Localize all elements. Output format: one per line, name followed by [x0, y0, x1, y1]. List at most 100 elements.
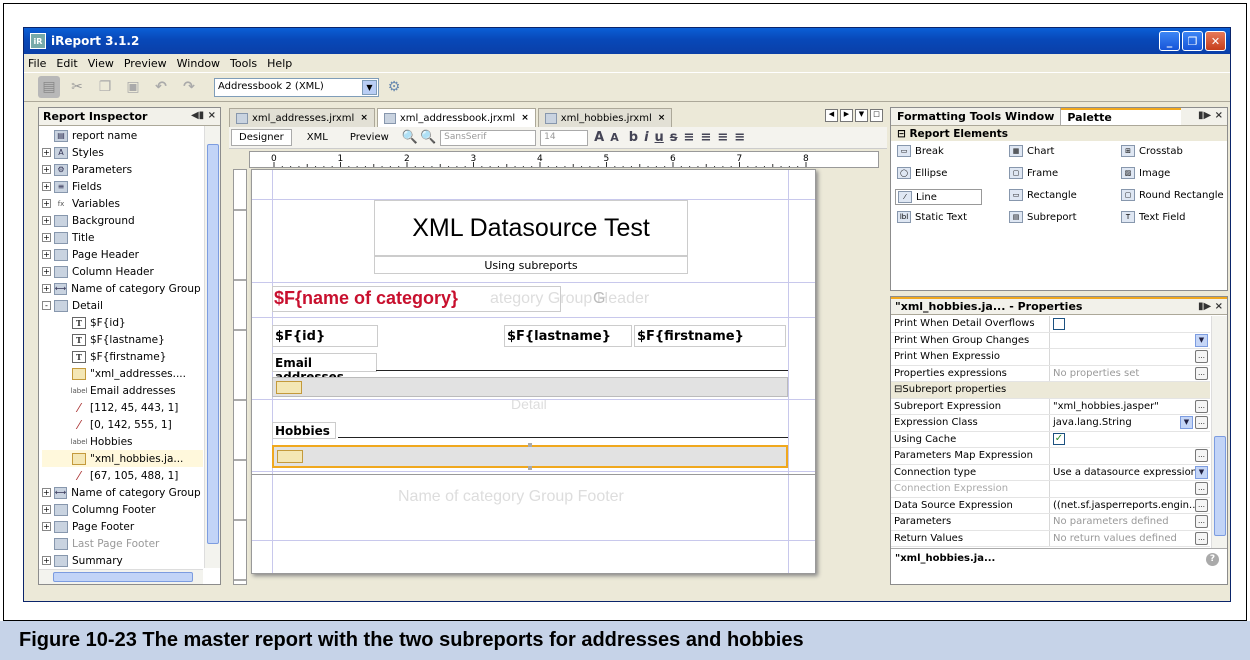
tree-item[interactable]: + Title — [42, 229, 203, 246]
title-box[interactable]: XML Datasource Test — [374, 200, 688, 256]
preview-mode-tab[interactable]: Preview — [343, 130, 396, 145]
property-value[interactable]: ((net.sf.jasperreports.engin...… — [1050, 498, 1210, 514]
ellipsis-button[interactable]: … — [1195, 350, 1208, 363]
chevron-down-icon[interactable]: ▼ — [1195, 465, 1208, 479]
expand-icon[interactable]: + — [42, 233, 51, 242]
tree-item[interactable]: T $F{lastname} — [42, 331, 203, 348]
inspector-scroll-thumb[interactable] — [207, 144, 219, 544]
cut-icon[interactable]: ✂ — [66, 76, 88, 98]
tree-item[interactable]: label Email addresses — [42, 382, 203, 399]
tree-item[interactable]: + ≡ Fields — [42, 178, 203, 195]
subreport-properties-section[interactable]: ⊟ Subreport properties — [891, 382, 1006, 398]
zoom-in-icon[interactable]: 🔍 — [402, 130, 418, 145]
palette-item-static-text[interactable]: lbl Static Text — [897, 211, 967, 223]
palette-item-ellipse[interactable]: ◯ Ellipse — [897, 167, 947, 179]
menu-file[interactable]: File — [28, 57, 46, 70]
chevron-down-icon[interactable]: ▼ — [362, 79, 377, 95]
paste-icon[interactable]: ▣ — [122, 76, 144, 98]
chevron-down-icon[interactable]: ▼ — [1195, 333, 1208, 347]
scroll-thumb-h[interactable] — [53, 572, 193, 582]
expand-icon[interactable]: + — [42, 267, 51, 276]
palette-item-subreport[interactable]: ▤ Subreport — [1009, 211, 1077, 223]
properties-scrollbar[interactable] — [1211, 316, 1227, 548]
hobbies-underline[interactable] — [338, 437, 788, 438]
close-tab-icon[interactable]: × — [521, 113, 529, 123]
tree-item[interactable]: ⁄ [112, 45, 443, 1] — [42, 399, 203, 416]
menu-preview[interactable]: Preview — [124, 57, 167, 70]
ellipsis-button[interactable]: … — [1195, 449, 1208, 462]
close-tab-icon[interactable]: × — [360, 113, 368, 123]
tab-scroll-right-icon[interactable]: ▶ — [840, 109, 853, 122]
palette-item-image[interactable]: ▨ Image — [1121, 167, 1170, 179]
property-value[interactable]: ▼ — [1050, 333, 1210, 349]
strikethrough-icon[interactable]: s — [670, 130, 678, 145]
tree-item[interactable]: "xml_hobbies.ja... — [42, 450, 203, 467]
expand-icon[interactable]: + — [42, 182, 51, 191]
tree-item[interactable]: + Page Header — [42, 246, 203, 263]
property-row[interactable]: Using Cache ✓ — [891, 431, 1210, 448]
property-row[interactable]: Return Values No return values defined… — [891, 530, 1210, 547]
expand-icon[interactable]: + — [42, 488, 51, 497]
close-button[interactable]: ✕ — [1205, 31, 1226, 51]
tab-xml-addresses[interactable]: xml_addresses.jrxml × — [229, 108, 375, 127]
ellipsis-button[interactable]: … — [1195, 498, 1208, 512]
close-tab-icon[interactable]: × — [658, 113, 666, 123]
tree-item[interactable]: - Detail — [42, 297, 203, 314]
firstname-field[interactable]: $F{firstname} — [634, 325, 786, 347]
menu-help[interactable]: Help — [267, 57, 292, 70]
tab-formatting-tools[interactable]: Formatting Tools Window — [891, 108, 1062, 125]
tab-xml-hobbies[interactable]: xml_hobbies.jrxml × — [537, 108, 673, 127]
tree-item[interactable]: label Hobbies — [42, 433, 203, 450]
tree-item[interactable]: ⁄ [0, 142, 555, 1] — [42, 416, 203, 433]
maximize-editor-icon[interactable]: □ — [870, 109, 883, 122]
align-center-icon[interactable]: ≡ — [700, 130, 711, 145]
align-right-icon[interactable]: ≡ — [717, 130, 728, 145]
ellipsis-button[interactable]: … — [1195, 366, 1208, 380]
palette-item-break[interactable]: ▭ Break — [897, 145, 944, 157]
hobbies-label[interactable]: Hobbies — [272, 422, 336, 439]
italic-icon[interactable]: i — [644, 130, 648, 145]
align-left-icon[interactable]: ≡ — [684, 130, 695, 145]
tree-item[interactable]: Last Page Footer — [42, 535, 203, 552]
palette-item-round-rectangle[interactable]: ▢ Round Rectangle — [1121, 189, 1224, 201]
subtitle-box[interactable]: Using subreports — [374, 256, 688, 274]
tab-scroll-left-icon[interactable]: ◀ — [825, 109, 838, 122]
tab-list-icon[interactable]: ▼ — [855, 109, 868, 122]
property-value[interactable]: … — [1050, 349, 1210, 365]
lastname-field[interactable]: $F{lastname} — [504, 325, 632, 347]
xml-mode-tab[interactable]: XML — [300, 130, 335, 145]
tree-item[interactable]: +⟷Name of category Group Foo — [42, 484, 203, 501]
inspector-scrollbar[interactable] — [204, 126, 220, 568]
tree-item[interactable]: ▤ report name — [42, 127, 203, 144]
menu-edit[interactable]: Edit — [56, 57, 77, 70]
expand-icon[interactable]: + — [42, 148, 51, 157]
property-value[interactable] — [1050, 316, 1210, 332]
property-value[interactable]: No properties set… — [1050, 366, 1210, 382]
palette-item-chart[interactable]: ▦ Chart — [1009, 145, 1054, 157]
report-elements-section[interactable]: ⊟ Report Elements — [891, 126, 1227, 141]
tab-xml-addressbook[interactable]: xml_addressbook.jrxml × — [376, 108, 536, 127]
panel-minimize-icon[interactable]: ▮▶ × — [1198, 301, 1223, 312]
checkbox[interactable]: ✓ — [1053, 433, 1065, 446]
email-label[interactable]: Email addresses — [272, 353, 377, 384]
hobbies-subreport[interactable] — [272, 443, 788, 470]
decrease-font-icon[interactable]: A — [610, 131, 619, 144]
tree-item[interactable]: + Page Footer — [42, 518, 203, 535]
restore-button[interactable]: ❐ — [1182, 31, 1203, 51]
tree-item[interactable]: + fx Variables — [42, 195, 203, 212]
expand-icon[interactable]: + — [42, 505, 51, 514]
property-row[interactable]: Properties expressions No properties set… — [891, 365, 1210, 382]
resize-handle[interactable] — [528, 466, 532, 470]
property-row[interactable]: Print When Detail Overflows — [891, 316, 1210, 333]
palette-item-text-field[interactable]: T Text Field — [1121, 211, 1185, 223]
tree-item[interactable]: + A Styles — [42, 144, 203, 161]
property-row[interactable]: Parameters Map Expression… — [891, 448, 1210, 465]
chevron-down-icon[interactable]: ▼ — [1180, 416, 1193, 429]
font-size-select[interactable]: 14 — [540, 129, 589, 146]
tree-item[interactable]: T $F{firstname} — [42, 348, 203, 365]
menu-tools[interactable]: Tools — [230, 57, 257, 70]
checkbox[interactable] — [1053, 317, 1065, 330]
property-value[interactable]: No parameters defined… — [1050, 514, 1210, 530]
collapse-icon[interactable]: - — [42, 301, 51, 310]
palette-item-rectangle[interactable]: ▭ Rectangle — [1009, 189, 1077, 201]
